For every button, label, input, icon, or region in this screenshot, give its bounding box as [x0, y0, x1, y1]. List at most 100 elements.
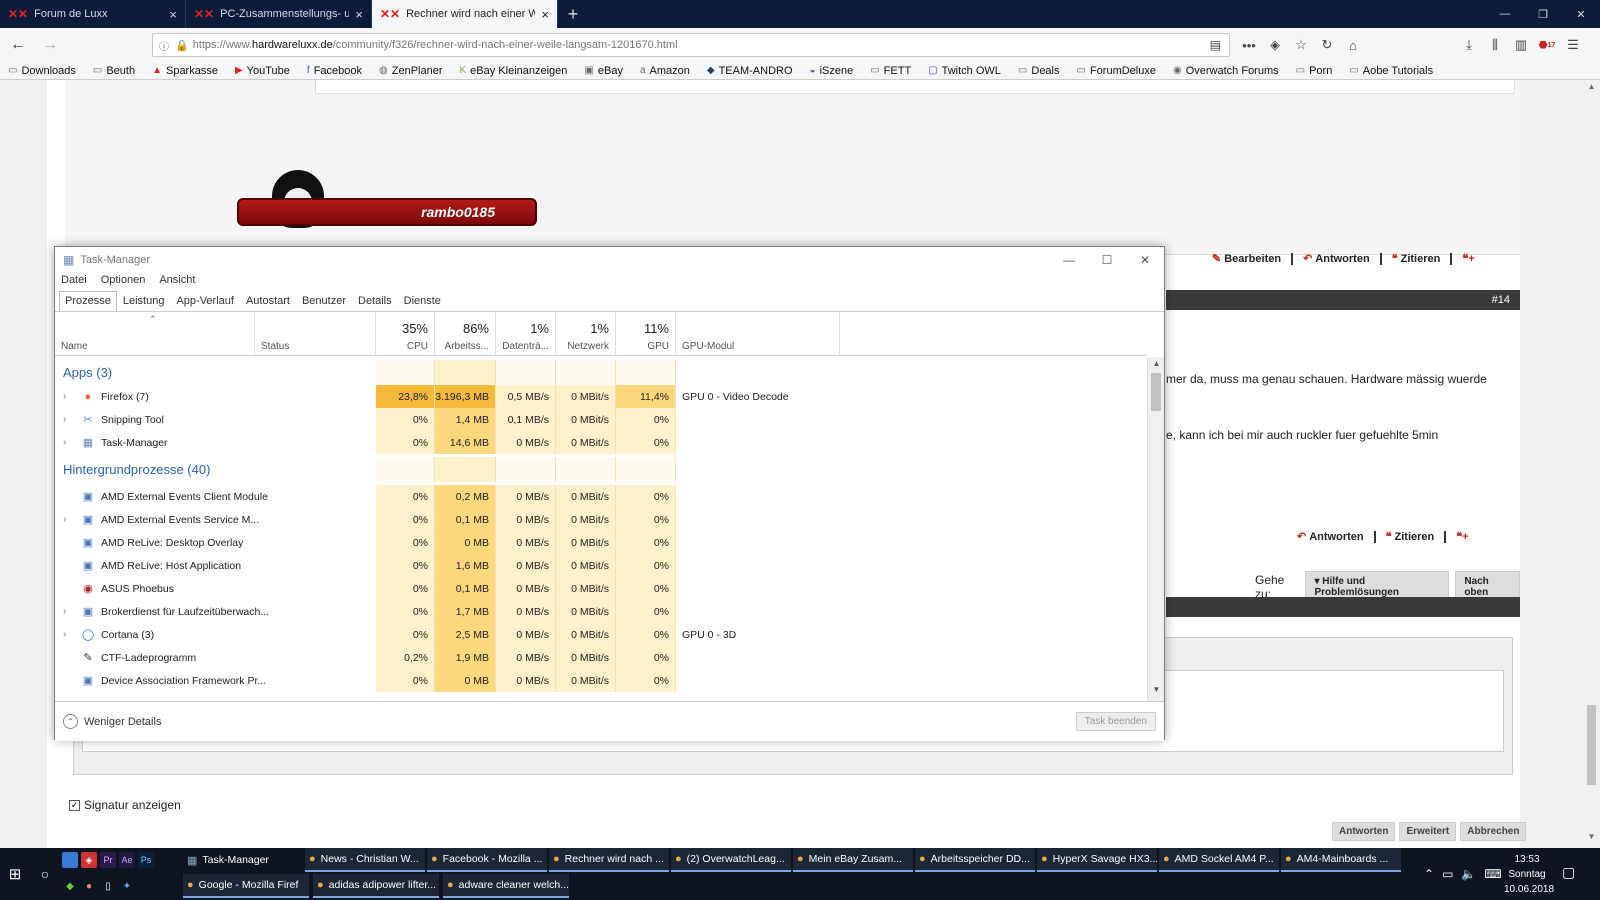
edit-button[interactable]: ✎ Bearbeiten: [1212, 252, 1281, 265]
bookmark-aobe-tutorials[interactable]: ▭ Aobe Tutorials: [1349, 65, 1433, 77]
taskbar-item[interactable]: ● Facebook - Mozilla ...: [427, 848, 547, 872]
tab-dienste[interactable]: Dienste: [398, 291, 447, 311]
task-view-icon[interactable]: [62, 852, 78, 868]
network-icon[interactable]: ▭: [1442, 867, 1453, 881]
bookmark-deals[interactable]: ▭ Deals: [1018, 65, 1060, 77]
home-icon[interactable]: ⌂: [1340, 33, 1366, 57]
close-tab-icon[interactable]: ×: [355, 7, 363, 22]
taskbar-item[interactable]: ● News - Christian W...: [305, 848, 425, 872]
tab-rechner-wird-langsam[interactable]: ✕✕Rechner wird nach einer Weile×: [372, 0, 558, 28]
keyboard-icon[interactable]: ⌨: [1484, 867, 1501, 881]
bookmark-zenplaner[interactable]: ◍ ZenPlaner: [379, 65, 443, 77]
bookmark-overwatch-forums[interactable]: ◉ Overwatch Forums: [1173, 65, 1279, 77]
taskbar-item[interactable]: ● Rechner wird nach ...: [549, 848, 669, 872]
windows-start-icon[interactable]: ⊞: [0, 848, 30, 900]
taskbar-item[interactable]: ● (2) OverwatchLeag...: [671, 848, 791, 872]
col-name[interactable]: ⌃ Name: [55, 312, 255, 356]
tab-benutzer[interactable]: Benutzer: [296, 291, 352, 311]
sidebar-icon[interactable]: ▥: [1508, 33, 1534, 57]
tm-minimize-button[interactable]: —: [1050, 247, 1088, 273]
reload-icon[interactable]: ↻: [1314, 33, 1340, 57]
bookmark-star-icon[interactable]: ☆: [1288, 33, 1314, 57]
expand-chevron-icon[interactable]: ›: [63, 391, 77, 402]
expand-chevron-icon[interactable]: ›: [63, 629, 77, 640]
bookmark-youtube[interactable]: ▶ YouTube: [235, 65, 290, 77]
scroll-down-icon[interactable]: ▼: [1583, 832, 1600, 846]
tab-autostart[interactable]: Autostart: [240, 291, 296, 311]
expand-chevron-icon[interactable]: ›: [63, 514, 77, 525]
tab-leistung[interactable]: Leistung: [117, 291, 171, 311]
bookmark-downloads[interactable]: ▭ Downloads: [8, 65, 76, 77]
reader-view-icon[interactable]: ▤: [1210, 38, 1221, 52]
back-button[interactable]: ←: [4, 31, 32, 59]
col-cpu[interactable]: 35% CPU: [376, 312, 435, 356]
process-row[interactable]: › ▣ Brokerdienst für Laufzeitüberwach... 0%…: [55, 600, 1147, 623]
quote-button[interactable]: ❝ Zitieren: [1392, 252, 1441, 265]
bookmark-iszene[interactable]: ◒ iSzene: [810, 65, 854, 77]
close-tab-icon[interactable]: ×: [541, 7, 549, 22]
process-row[interactable]: ✎ CTF-Ladeprogramm 0,2% 1,9 MB 0 MB/s 0 MBit/…: [55, 646, 1147, 669]
process-row[interactable]: ▣ Device Association Framework Pr... 0% 0 M…: [55, 669, 1147, 692]
adblock-icon[interactable]: ⬣ 17: [1534, 33, 1560, 57]
expand-chevron-icon[interactable]: ›: [63, 606, 77, 617]
app-red-icon[interactable]: ◈: [81, 852, 97, 868]
after-effects-icon[interactable]: Ae: [119, 852, 135, 868]
process-row[interactable]: ›◯Cortana (3)⚲0%2,5 MB0 MB/s0 MBit/s0%GP…: [55, 623, 1147, 646]
tm-close-button[interactable]: ✕: [1126, 247, 1164, 273]
tray-chevron-icon[interactable]: ⌃: [1424, 867, 1434, 881]
scrollbar-thumb[interactable]: [1587, 705, 1596, 785]
col-gpu[interactable]: 11% GPU: [616, 312, 676, 356]
taskbar-item[interactable]: ● AM4-Mainboards ...: [1281, 848, 1401, 872]
scroll-up-icon[interactable]: ▲: [1148, 359, 1165, 373]
new-tab-button[interactable]: +: [558, 0, 588, 28]
tab-details[interactable]: Details: [352, 291, 398, 311]
restore-button[interactable]: ❐: [1524, 0, 1562, 28]
info-icon[interactable]: ⓘ: [159, 38, 169, 53]
bookmark-folder-2[interactable]: ▭ Porn: [1296, 65, 1333, 77]
multiquote-icon[interactable]: ❝+: [1456, 530, 1468, 543]
downloads-icon[interactable]: ⤓: [1456, 33, 1482, 57]
col-status[interactable]: Status: [255, 312, 376, 356]
col-network[interactable]: 1% Netzwerk: [556, 312, 616, 356]
tab-pc-zusammenstellung[interactable]: ✕✕PC-Zusammenstellungs- und /×: [186, 0, 372, 28]
page-scrollbar[interactable]: ▲ ▼: [1583, 80, 1600, 848]
app-blue-icon[interactable]: ✦: [119, 878, 135, 894]
taskbar-item[interactable]: ● adidas adipower lifter...: [313, 874, 439, 898]
page-actions-icon[interactable]: •••: [1236, 33, 1262, 57]
menu-optionen[interactable]: Optionen: [101, 274, 146, 286]
expand-chevron-icon[interactable]: ›: [63, 437, 77, 448]
tab-forum-de-luxx[interactable]: ✕✕ Forum de Luxx ×: [0, 0, 186, 28]
end-task-button[interactable]: Task beenden: [1075, 712, 1156, 731]
cancel-button[interactable]: Abbrechen: [1460, 822, 1527, 841]
close-tab-icon[interactable]: ×: [169, 7, 177, 22]
bookmark-twitch-owl[interactable]: ▢ Twitch OWL: [928, 65, 1001, 77]
process-row[interactable]: ▣ AMD External Events Client Module 0% 0,2 …: [55, 485, 1147, 508]
checkbox-checked-icon[interactable]: ✓: [69, 799, 80, 811]
bookmark-sparkasse[interactable]: ▲ Sparkasse: [152, 65, 218, 77]
bookmark-forumdeluxe[interactable]: ▭ ForumDeluxe: [1077, 65, 1156, 77]
process-row[interactable]: › ● Firefox (7) 23,8% 3.196,3 MB 0,5 MB/s 0 MB…: [55, 385, 1147, 408]
col-disk[interactable]: 1% Datenträ...: [496, 312, 556, 356]
reply-submit-button[interactable]: Antworten: [1332, 822, 1396, 841]
taskbar-item[interactable]: ● Arbeitsspeicher DD...: [915, 848, 1035, 872]
premiere-icon[interactable]: Pr: [100, 852, 116, 868]
process-row[interactable]: › ✂ Snipping Tool 0% 1,4 MB 0,1 MB/s 0 MBit/s 0…: [55, 408, 1147, 431]
close-window-button[interactable]: ✕: [1562, 0, 1600, 28]
taskbar-item[interactable]: ● adware cleaner welch...: [443, 874, 569, 898]
taskbar-item[interactable]: ● Mein eBay Zusam...: [793, 848, 913, 872]
library-icon[interactable]: ⫼: [1482, 33, 1508, 57]
bookmark-amazon[interactable]: a Amazon: [640, 65, 690, 77]
taskbar-item[interactable]: ▦ Task-Manager: [183, 848, 303, 872]
cortana-search-icon[interactable]: ○: [32, 848, 58, 900]
bookmark-beuth[interactable]: ▭ Beuth: [93, 65, 135, 77]
col-memory[interactable]: 86% Arbeitss...: [435, 312, 496, 356]
lock-icon[interactable]: 🔒: [175, 39, 189, 52]
taskbar-item[interactable]: ● Google - Mozilla Firef: [183, 874, 309, 898]
bookmark-ebay[interactable]: ▣ eBay: [584, 65, 623, 77]
show-signature-checkbox[interactable]: ✓ Signatur anzeigen: [69, 798, 181, 812]
scrollbar-thumb[interactable]: [1151, 373, 1161, 411]
menu-icon[interactable]: ☰: [1560, 33, 1586, 57]
tm-scrollbar[interactable]: ▲ ▼: [1147, 357, 1164, 701]
url-bar[interactable]: ⓘ 🔒 https://www. hardwareluxx.de/communit…: [152, 33, 1230, 57]
multiquote-icon[interactable]: ❝+: [1462, 252, 1474, 265]
